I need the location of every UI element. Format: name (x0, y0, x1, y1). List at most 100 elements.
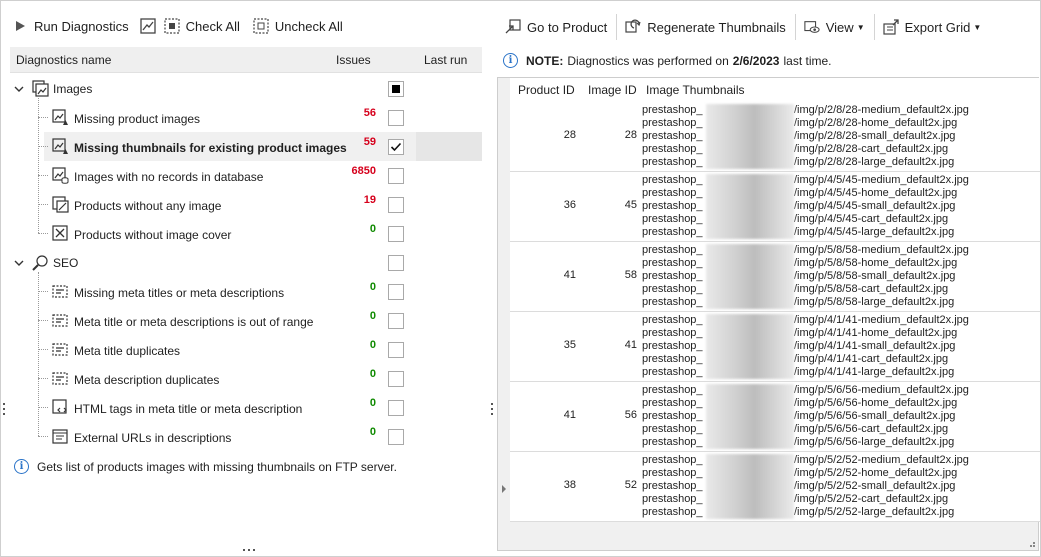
column-header-diagnostics-name[interactable]: Diagnostics name (16, 53, 111, 67)
thumbnail-path: prestashop_ /img/p/5/8/58-home_default2x… (642, 257, 1040, 270)
path-suffix: /img/p/5/6/56-large_default2x.jpg (794, 436, 955, 448)
eye-icon (804, 19, 820, 35)
thumbnail-path: prestashop_ /img/p/5/2/52-large_default2… (642, 506, 1040, 519)
path-suffix: /img/p/5/2/52-home_default2x.jpg (794, 467, 958, 479)
bottom-splitter-grip[interactable] (243, 549, 255, 551)
diagnostic-item[interactable]: Missing meta titles or meta descriptions… (10, 277, 482, 306)
path-prefix: prestashop_ (642, 467, 703, 479)
product-id-cell: 36 (563, 199, 576, 211)
diagnostic-item[interactable]: HTML tags in meta title or meta descript… (10, 393, 482, 422)
thumbnail-path: prestashop_ /img/p/5/2/52-medium_default… (642, 454, 1040, 467)
diagnostic-checkbox[interactable] (388, 342, 404, 358)
diagnostic-item[interactable]: Missing thumbnails for existing product … (10, 132, 482, 161)
image-id-cell: 28 (624, 129, 637, 141)
check-all-button[interactable]: Check All (160, 13, 245, 39)
export-grid-label: Export Grid (904, 19, 971, 35)
results-grid-header: Product ID Image ID Image Thumbnails (510, 78, 1040, 102)
diagnostic-checkbox[interactable] (388, 371, 404, 387)
chevron-down-icon[interactable] (14, 257, 24, 267)
thumbnail-path: prestashop_ /img/p/4/5/45-home_default2x… (642, 187, 1040, 200)
external-url-icon (52, 428, 69, 445)
column-header-product-id[interactable]: Product ID (518, 83, 575, 97)
diagnostic-checkbox[interactable] (388, 313, 404, 329)
tree-connector (38, 272, 39, 436)
diagnostic-checkbox[interactable] (388, 168, 404, 184)
diagnostic-checkbox[interactable] (388, 284, 404, 300)
thumbnail-path: prestashop_ /img/p/4/1/41-home_default2x… (642, 327, 1040, 340)
image-id-cell: 56 (624, 409, 637, 421)
view-dropdown[interactable]: View ▼ (794, 14, 870, 40)
column-header-image-id[interactable]: Image ID (588, 83, 637, 97)
thumbnail-path: prestashop_ /img/p/4/1/41-cart_default2x… (642, 353, 1040, 366)
resize-grip-icon[interactable] (1026, 538, 1036, 548)
uncheck-all-button[interactable]: Uncheck All (249, 13, 348, 39)
column-header-last-run[interactable]: Last run (424, 53, 467, 67)
diagnostic-checkbox[interactable] (388, 139, 404, 155)
diagnostic-item[interactable]: Products without image cover 0 (10, 219, 482, 248)
run-diagnostics-button[interactable]: Run Diagnostics (8, 13, 134, 39)
diagnostic-checkbox[interactable] (388, 429, 404, 445)
note-label: NOTE: (526, 53, 564, 68)
path-suffix: /img/p/4/5/45-home_default2x.jpg (794, 187, 958, 199)
table-row[interactable]: 38 52 prestashop_ /img/p/5/2/52-medium_d… (510, 452, 1040, 522)
diagnostic-item[interactable]: Meta title duplicates 0 (10, 335, 482, 364)
image-id-cell: 52 (624, 479, 637, 491)
diagnostic-checkbox[interactable] (388, 197, 404, 213)
thumbnail-path: prestashop_ /img/p/5/6/56-large_default2… (642, 436, 1040, 449)
path-suffix: /img/p/4/1/41-home_default2x.jpg (794, 327, 958, 339)
redacted-path-blur (706, 174, 794, 239)
diagnostic-checkbox[interactable] (388, 226, 404, 242)
diagnostics-panel: Run Diagnostics Check All Uncheck All Di… (0, 0, 493, 557)
diagnostic-item[interactable]: Images with no records in database 6850 (10, 161, 482, 190)
tree-group-seo[interactable]: SEO (10, 248, 482, 277)
chevron-down-icon: ▼ (856, 22, 865, 32)
thumbnail-path: prestashop_ /img/p/5/8/58-medium_default… (642, 244, 1040, 257)
regenerate-thumbnails-button[interactable]: Regenerate Thumbnails (616, 14, 791, 40)
path-suffix: /img/p/5/8/58-medium_default2x.jpg (794, 244, 969, 256)
uncheck-all-icon (253, 18, 269, 34)
thumbnail-path: prestashop_ /img/p/4/5/45-large_default2… (642, 226, 1040, 239)
go-to-product-button[interactable]: Go to Product (501, 14, 612, 40)
path-prefix: prestashop_ (642, 143, 703, 155)
diagnostic-checkbox[interactable] (388, 110, 404, 126)
tree-group-images[interactable]: Images (10, 74, 482, 103)
product-id-cell: 28 (563, 129, 576, 141)
panel-splitter-grip[interactable] (491, 403, 493, 415)
tree-connector (38, 146, 48, 147)
table-row[interactable]: 36 45 prestashop_ /img/p/4/5/45-medium_d… (510, 172, 1040, 242)
product-id-cell: 35 (563, 339, 576, 351)
table-row[interactable]: 41 56 prestashop_ /img/p/5/6/56-medium_d… (510, 382, 1040, 452)
left-splitter-grip[interactable] (3, 403, 5, 415)
export-grid-dropdown[interactable]: Export Grid ▼ (873, 14, 987, 40)
chart-button[interactable] (138, 13, 158, 39)
tree-connector (38, 175, 48, 176)
image-thumbnails-cell: prestashop_ /img/p/4/5/45-medium_default… (642, 174, 1040, 239)
path-prefix: prestashop_ (642, 314, 703, 326)
image-thumbnails-cell: prestashop_ /img/p/5/8/58-medium_default… (642, 244, 1040, 309)
column-header-issues[interactable]: Issues (336, 53, 371, 67)
group-checkbox[interactable] (388, 81, 404, 97)
column-header-image-thumbnails[interactable]: Image Thumbnails (646, 83, 745, 97)
meta-title-duplicate-icon (52, 341, 69, 358)
tree-connector (38, 436, 48, 437)
diagnostic-item[interactable]: Meta description duplicates 0 (10, 364, 482, 393)
path-suffix: /img/p/2/8/28-medium_default2x.jpg (794, 104, 969, 116)
path-prefix: prestashop_ (642, 410, 703, 422)
chart-icon (140, 18, 156, 34)
tree-connector (38, 117, 48, 118)
diagnostic-item[interactable]: External URLs in descriptions 0 (10, 422, 482, 451)
thumbnail-path: prestashop_ /img/p/2/8/28-small_default2… (642, 130, 1040, 143)
chevron-down-icon[interactable] (14, 83, 24, 93)
diagnostic-item[interactable]: Products without any image 19 (10, 190, 482, 219)
issues-count: 56 (363, 107, 376, 119)
table-row[interactable]: 28 28 prestashop_ /img/p/2/8/28-medium_d… (510, 102, 1040, 172)
table-row[interactable]: 35 41 prestashop_ /img/p/4/1/41-medium_d… (510, 312, 1040, 382)
table-row[interactable]: 41 58 prestashop_ /img/p/5/8/58-medium_d… (510, 242, 1040, 312)
tree-connector (38, 98, 39, 233)
path-suffix: /img/p/5/6/56-small_default2x.jpg (794, 410, 956, 422)
group-checkbox[interactable] (388, 255, 404, 271)
diagnostic-item[interactable]: Missing product images 56 (10, 103, 482, 132)
path-suffix: /img/p/2/8/28-home_default2x.jpg (794, 117, 958, 129)
diagnostic-item[interactable]: Meta title or meta descriptions is out o… (10, 306, 482, 335)
diagnostic-checkbox[interactable] (388, 400, 404, 416)
